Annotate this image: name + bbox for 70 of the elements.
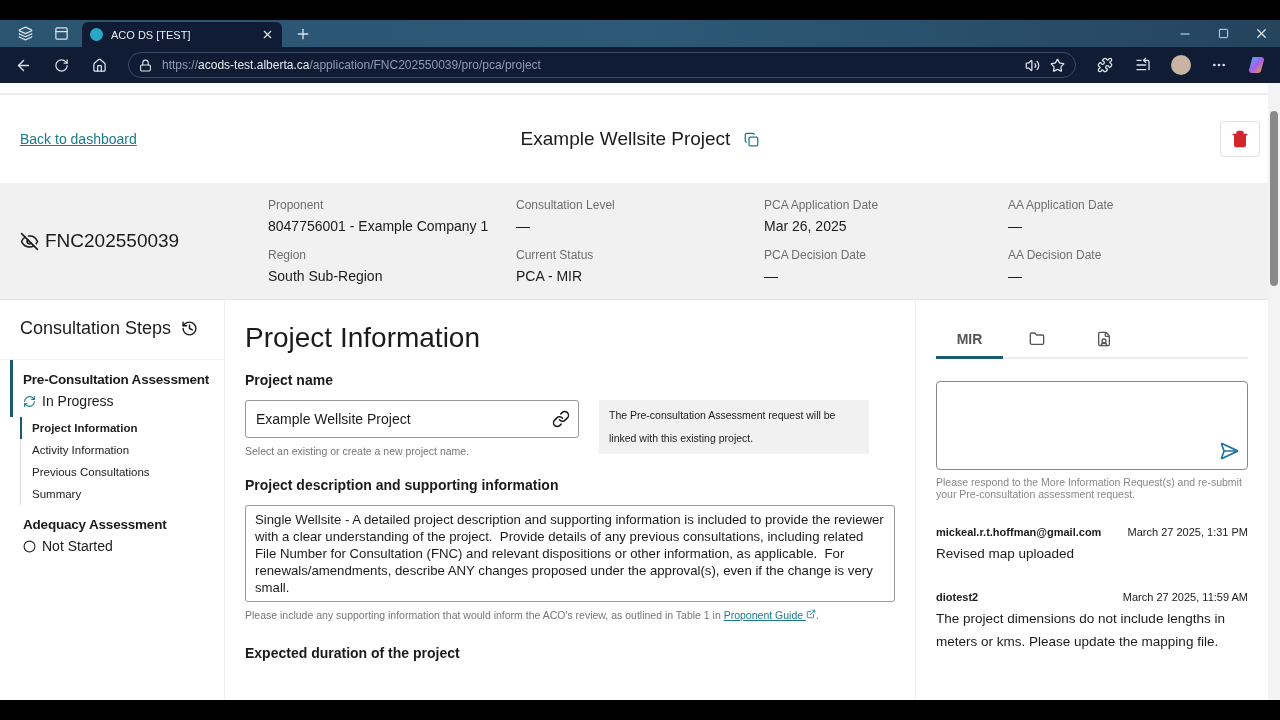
page-heading: Project Information xyxy=(245,322,481,354)
step-section[interactable]: Pre-Consultation Assessment In Progress xyxy=(10,360,224,417)
field-value: PCA - MIR xyxy=(516,268,584,284)
step-status: Not Started xyxy=(42,538,113,554)
field-value: — xyxy=(516,218,531,234)
scrollbar[interactable] xyxy=(1268,83,1280,700)
trash-icon xyxy=(1231,130,1249,148)
hidden-eye-icon[interactable] xyxy=(20,231,39,251)
field-hint: Please respond to the More Information Request(s) and re-submit your Pre-consultation assessment request. xyxy=(936,476,1243,500)
field-label: AA Decision Date xyxy=(1008,248,1103,262)
close-icon[interactable] xyxy=(261,28,274,41)
field-label: AA Application Date xyxy=(1008,198,1115,212)
send-icon xyxy=(1219,441,1239,461)
guide-link[interactable]: Proponent Guide xyxy=(723,609,816,621)
step-link[interactable]: Previous Consultations xyxy=(20,461,224,483)
site-icon xyxy=(90,28,103,41)
field-label: Project name xyxy=(245,372,334,388)
notice-text: The Pre-consultation Assessment request will be linked with this existing project. xyxy=(599,400,869,454)
browser-tab[interactable]: ACO DS [TEST] xyxy=(82,22,282,47)
field-label: Region xyxy=(268,248,308,262)
field-hint: Please include any supporting information that would inform the ACO's review, as outlined in Table 1 in Proponent Guide . xyxy=(245,609,820,621)
link-icon xyxy=(552,410,570,428)
field-value: — xyxy=(764,268,779,284)
message-field[interactable] xyxy=(936,381,1248,470)
field-value: 8047756001 - Example Company 1 xyxy=(268,218,490,234)
assistant-logo-icon[interactable] xyxy=(1247,55,1267,75)
step-status: In Progress xyxy=(42,393,114,409)
field-label: Proponent xyxy=(268,198,325,212)
field-label: Current Status xyxy=(516,248,595,262)
panel-tab[interactable]: MIR xyxy=(936,322,1003,359)
step-link[interactable]: Summary xyxy=(20,483,224,505)
sidebar-heading: Consultation Steps xyxy=(20,318,172,339)
description-field[interactable]: Single Wellsite - A detailed project description and supporting information is included to provide the reviewer with a clear understanding of the project. Provide details of any previous consultations, including related File Number for Consultation (FNC) and relevant dispositions or other information, as applicable. For renewals/amendments, describe ANY changes proposed under the approval(s), even if the change is very small. xyxy=(245,505,895,602)
message-author: diotest2 xyxy=(936,591,979,603)
lock-icon xyxy=(139,58,152,72)
field-label: Project description and supporting information xyxy=(245,477,560,493)
message-author: mickeal.r.t.hoffman@gmail.com xyxy=(936,526,1102,538)
field-label: Expected duration of the project xyxy=(245,645,461,661)
field-value: Mar 26, 2025 xyxy=(764,218,848,234)
field-label: Consultation Level xyxy=(516,198,616,212)
circle-icon xyxy=(23,539,36,553)
speaker-icon[interactable] xyxy=(1025,57,1040,73)
field-value: — xyxy=(1008,268,1023,284)
step-section[interactable]: Adequacy Assessment Not Started xyxy=(10,505,224,562)
star-icon[interactable] xyxy=(1050,57,1065,73)
message-text: Revised map uploaded xyxy=(936,545,1076,563)
project-name-field[interactable]: Example Wellsite Project xyxy=(245,400,579,438)
field-label: PCA Application Date xyxy=(764,198,880,212)
step-link[interactable]: Activity Information xyxy=(20,439,224,461)
history-icon[interactable] xyxy=(181,320,199,337)
delete-button[interactable] xyxy=(1220,121,1260,157)
folder-icon xyxy=(1028,331,1045,347)
send-button[interactable] xyxy=(1219,441,1239,461)
avatar[interactable] xyxy=(1171,55,1191,75)
field-value: — xyxy=(1008,218,1023,234)
field-hint: Select an existing or create a new project name. xyxy=(245,445,471,457)
message-time: March 27 2025, 11:59 AM xyxy=(1122,591,1248,603)
message-time: March 27 2025, 1:31 PM xyxy=(1127,526,1248,538)
project-title: Example Wellsite Project xyxy=(520,128,731,150)
step-link[interactable]: Project Information xyxy=(20,417,224,439)
field-label: PCA Decision Date xyxy=(764,248,868,262)
message-text: The project dimensions do not include lengths in meters or kms. Please update the mapping file. xyxy=(936,610,1226,651)
copy-icon xyxy=(744,131,760,147)
copy-button[interactable] xyxy=(744,131,760,147)
field-value: South Sub-Region xyxy=(268,268,384,284)
file-number: FNC202550039 xyxy=(45,230,180,252)
refresh-icon xyxy=(23,394,36,408)
back-link[interactable]: Back to dashboard xyxy=(20,131,137,147)
document-icon xyxy=(1095,331,1112,347)
external-link-icon xyxy=(806,609,816,619)
